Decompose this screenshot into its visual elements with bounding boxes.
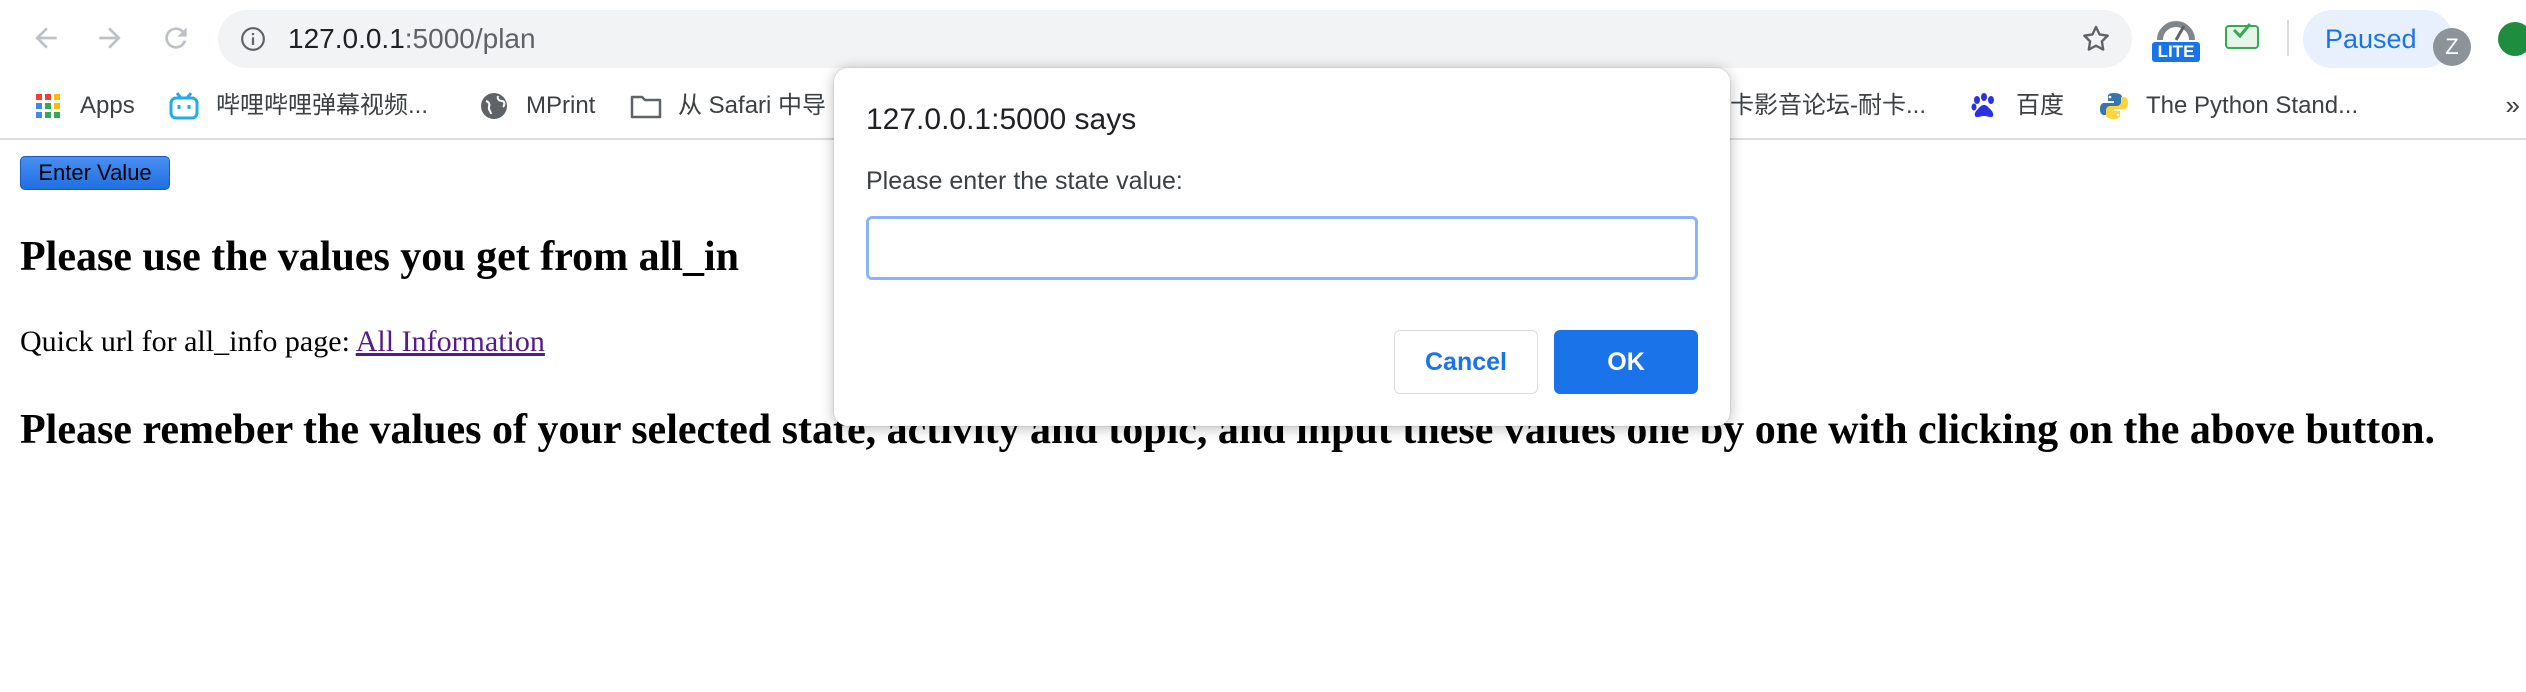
- bookmark-label: The Python Stand...: [2146, 92, 2359, 119]
- back-arrow-icon: [35, 27, 57, 49]
- lite-badge: LITE: [2152, 42, 2200, 62]
- enter-value-button[interactable]: Enter Value: [20, 156, 170, 190]
- dialog-title: 127.0.0.1:5000 says: [866, 103, 1137, 136]
- dialog-message: Please enter the state value:: [866, 167, 1183, 195]
- reload-icon: [165, 27, 187, 49]
- bookmark-naika[interactable]: 卡影音论坛-耐卡...: [1730, 88, 1926, 124]
- cancel-button[interactable]: Cancel: [1394, 330, 1538, 394]
- bookmark-baidu[interactable]: 百度: [1968, 88, 2064, 124]
- bookmark-folder-safari[interactable]: 从 Safari 中导: [630, 88, 826, 124]
- bookmark-label: 卡影音论坛-耐卡...: [1730, 92, 1926, 119]
- profile-button[interactable]: Paused Z: [2303, 10, 2471, 68]
- bookmark-label: Apps: [80, 92, 135, 119]
- quick-url-text: Quick url for all_info page: All Informa…: [20, 324, 545, 360]
- bookmark-label: 哔哩哔哩弹幕视频...: [216, 92, 429, 119]
- back-button[interactable]: [26, 18, 66, 58]
- address-bar[interactable]: 127.0.0.1:5000/plan: [218, 10, 2132, 68]
- bookmarks-overflow-button[interactable]: »: [2506, 90, 2520, 121]
- info-icon[interactable]: [240, 26, 266, 52]
- forward-arrow-icon: [99, 27, 121, 49]
- prompt-dialog: 127.0.0.1:5000 says Please enter the sta…: [834, 68, 1730, 426]
- bookmark-mprint[interactable]: MPrint: [478, 88, 595, 124]
- browser-toolbar: 127.0.0.1:5000/plan LITE Paused Z: [0, 0, 2526, 76]
- reload-button[interactable]: [156, 18, 196, 58]
- mail-extension-button[interactable]: [2222, 14, 2270, 64]
- bookmark-bilibili[interactable]: 哔哩哔哩弹幕视频...: [168, 88, 428, 124]
- mail-check-icon: [2225, 23, 2259, 49]
- url-path: :5000/plan: [404, 23, 536, 54]
- bilibili-icon: [168, 90, 200, 122]
- url-host: 127.0.0.1: [288, 23, 405, 54]
- bookmark-label: MPrint: [526, 92, 596, 119]
- toolbar-separator: [2287, 20, 2289, 56]
- bookmark-apps[interactable]: Apps: [32, 88, 135, 124]
- folder-icon: [630, 90, 662, 122]
- apps-grid-icon: [32, 90, 64, 122]
- bookmark-star-icon[interactable]: [2080, 23, 2112, 55]
- instruction-heading: Please use the values you get from all_i…: [20, 234, 740, 280]
- bookmark-label: 百度: [2016, 92, 2064, 119]
- all-information-link[interactable]: All Information: [356, 325, 545, 358]
- profile-status-label: Paused: [2325, 24, 2417, 54]
- bookmark-label: 从 Safari 中导: [678, 92, 827, 119]
- speedometer-icon: [2157, 21, 2195, 41]
- ok-button[interactable]: OK: [1554, 330, 1698, 394]
- avatar: Z: [2433, 28, 2471, 66]
- url-text[interactable]: 127.0.0.1:5000/plan: [288, 23, 536, 55]
- state-value-input[interactable]: [866, 216, 1698, 280]
- bookmark-python[interactable]: The Python Stand...: [2098, 88, 2358, 124]
- python-icon: [2098, 90, 2130, 122]
- forward-button[interactable]: [90, 18, 130, 58]
- update-icon[interactable]: [2498, 22, 2526, 56]
- quick-url-prefix: Quick url for all_info page:: [20, 325, 356, 358]
- lite-extension-button[interactable]: LITE: [2152, 14, 2200, 64]
- globe-icon: [478, 90, 510, 122]
- baidu-paw-icon: [1968, 90, 2000, 122]
